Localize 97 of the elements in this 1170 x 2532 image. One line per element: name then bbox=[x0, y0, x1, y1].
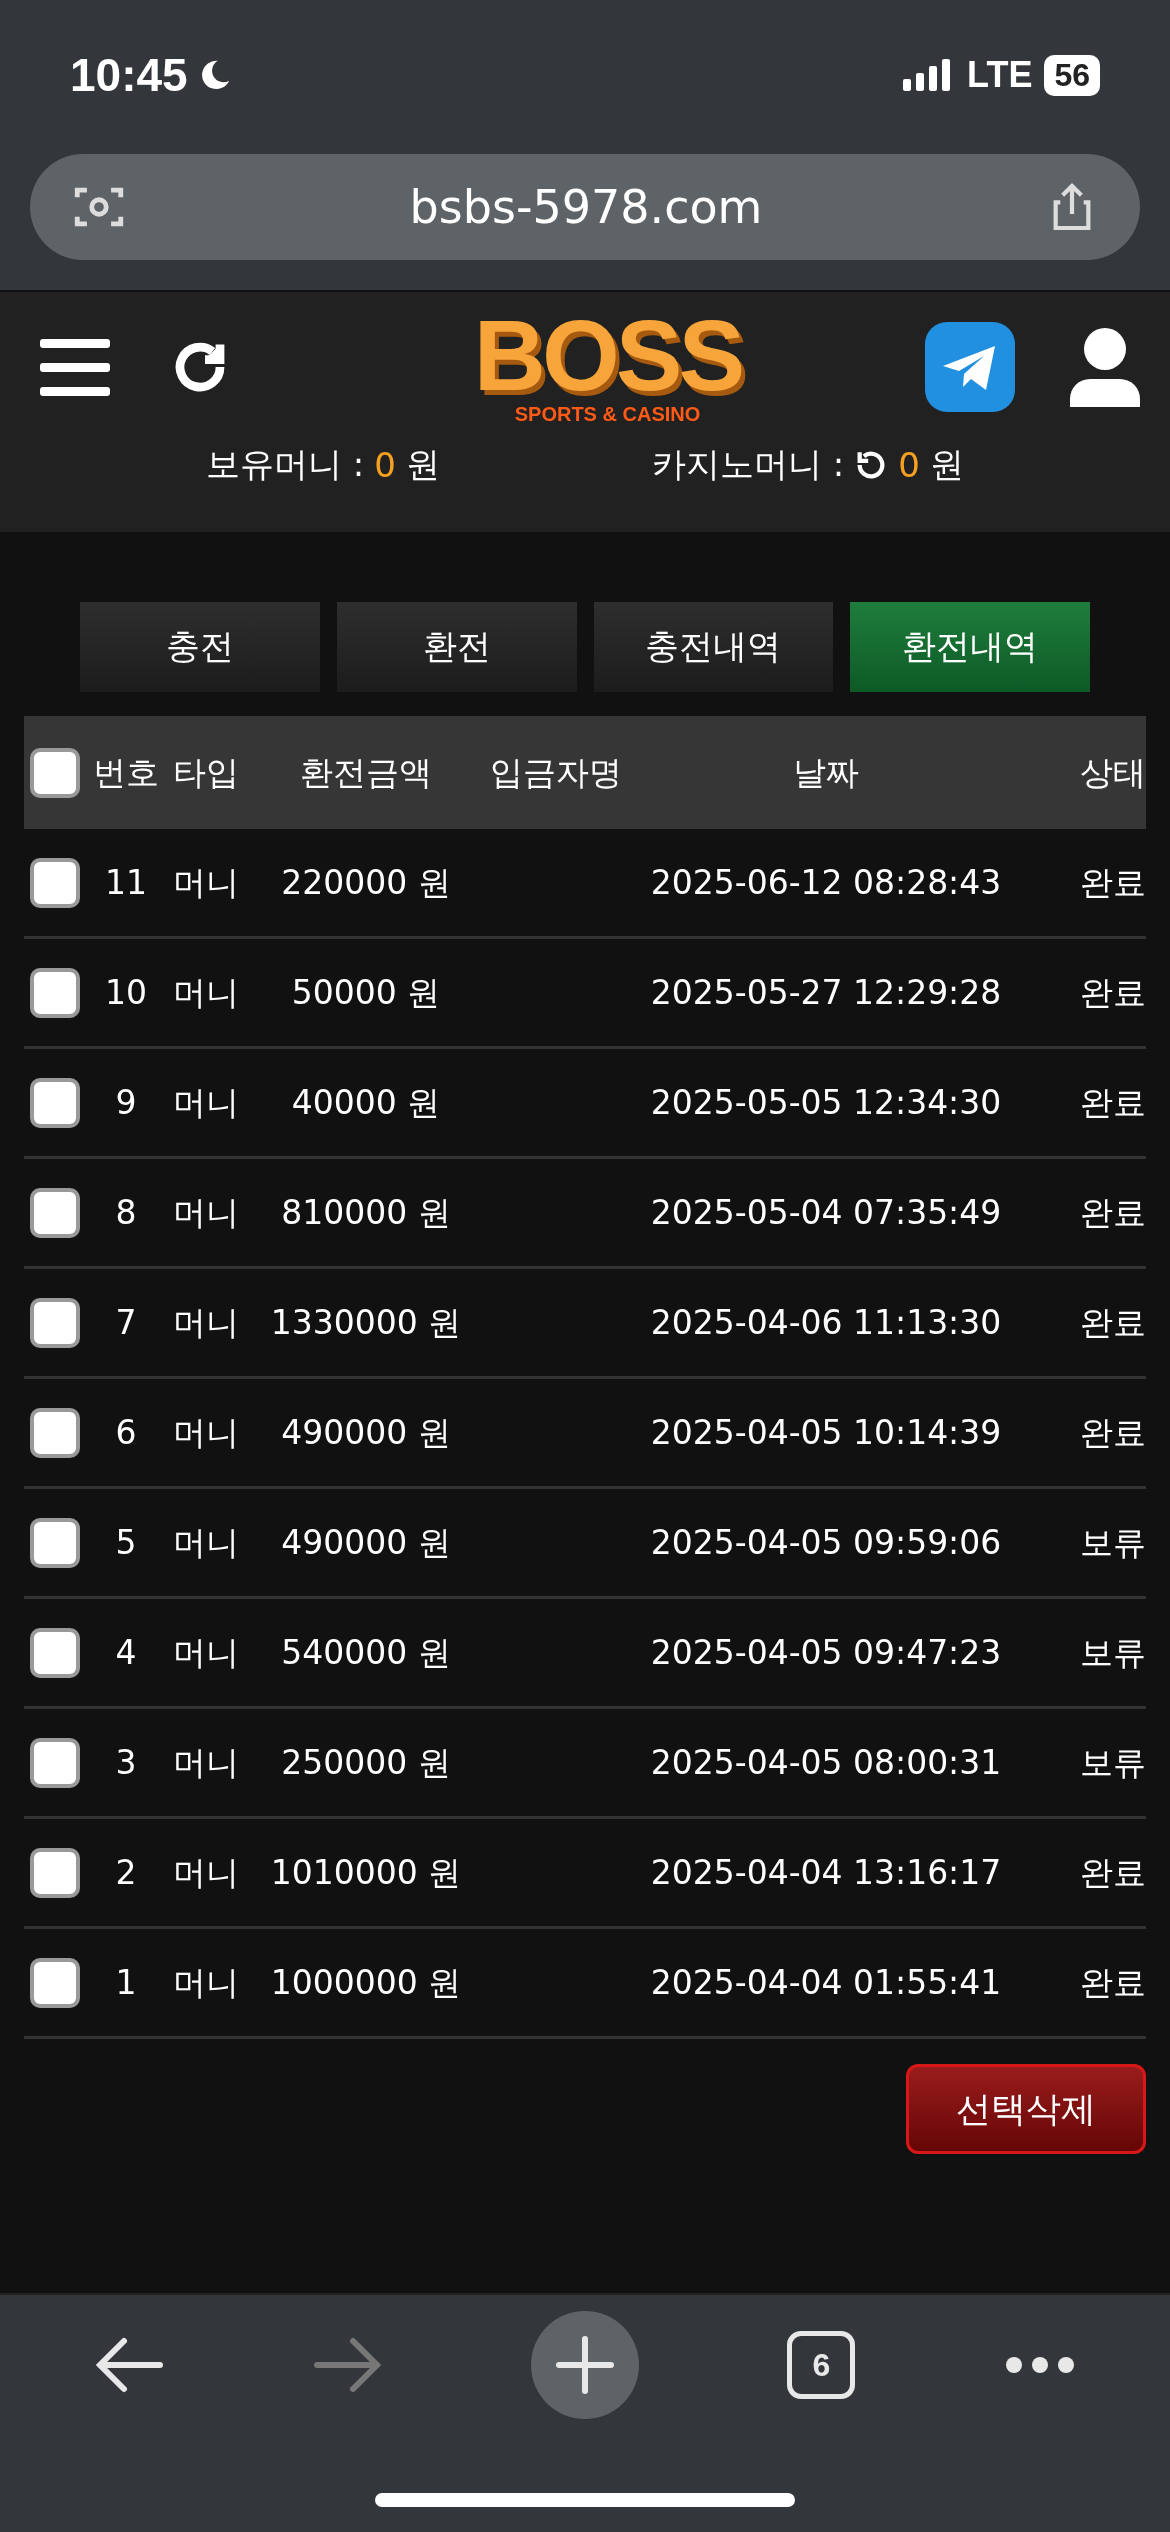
table-cell-text: 완료 bbox=[1080, 1081, 1146, 1124]
row-checkbox[interactable] bbox=[30, 1077, 80, 1128]
table-cell-text: 머니 bbox=[173, 1631, 239, 1674]
table-cell-text: 2025-04-05 09:47:23 bbox=[650, 1631, 1002, 1674]
row-checkbox[interactable] bbox=[30, 857, 80, 908]
table-cell-text: 1000000 원 bbox=[270, 1961, 462, 2004]
table-cell-text: 11 bbox=[105, 861, 147, 904]
table-cell-text: 2025-04-05 09:59:06 bbox=[650, 1521, 1002, 1564]
table-cell-text: 2025-05-27 12:29:28 bbox=[650, 971, 1002, 1014]
table-cell-text: 9 bbox=[115, 1081, 137, 1124]
plus-icon bbox=[554, 2335, 615, 2395]
balance-amount: 0 bbox=[374, 445, 396, 485]
table-cell-text: 1010000 원 bbox=[270, 1851, 462, 1894]
table-cell-text: 완료 bbox=[1080, 1411, 1146, 1454]
column-header: 번호 bbox=[93, 751, 159, 794]
table-cell-text: 머니 bbox=[173, 1851, 239, 1894]
table-cell-text: 2025-04-05 08:00:31 bbox=[650, 1741, 1002, 1784]
more-icon[interactable] bbox=[1003, 2355, 1076, 2375]
table-cell-text: 50000 원 bbox=[291, 971, 441, 1014]
table-cell-text: 머니 bbox=[173, 1961, 239, 2004]
table-cell-text: 490000 원 bbox=[281, 1411, 451, 1454]
column-header: 입금자명 bbox=[490, 751, 622, 794]
balance-label: 카지노머니 : bbox=[652, 443, 845, 486]
row-checkbox[interactable] bbox=[30, 1407, 80, 1458]
tab-count-button[interactable]: 6 bbox=[787, 2331, 856, 2399]
column-header: 상태 bbox=[1080, 751, 1146, 794]
back-icon[interactable] bbox=[94, 2335, 165, 2395]
delete-selected-button[interactable]: 선택삭제 bbox=[906, 2064, 1146, 2154]
table-cell-text: 490000 원 bbox=[281, 1521, 451, 1564]
balance-label: 보유머니 : bbox=[206, 443, 365, 486]
tab[interactable]: 충전 bbox=[80, 602, 320, 692]
row-checkbox[interactable] bbox=[30, 1737, 80, 1788]
row-checkbox[interactable] bbox=[30, 1627, 80, 1678]
table-cell-text: 완료 bbox=[1080, 1961, 1146, 2004]
table-cell-text: 3 bbox=[115, 1741, 137, 1784]
table-cell-text: 250000 원 bbox=[281, 1741, 451, 1784]
table-cell-text: 완료 bbox=[1080, 1191, 1146, 1234]
table-cell-text: 2025-04-04 13:16:17 bbox=[650, 1851, 1002, 1894]
tab[interactable]: 충전내역 bbox=[593, 602, 834, 692]
table-cell-text: 2025-04-05 10:14:39 bbox=[650, 1411, 1002, 1454]
table-cell-text: 머니 bbox=[173, 1741, 239, 1784]
telegram-icon[interactable] bbox=[925, 322, 1015, 412]
table-cell-text: 2 bbox=[115, 1851, 137, 1894]
row-checkbox[interactable] bbox=[30, 1187, 80, 1238]
table-cell-text: 완료 bbox=[1080, 1301, 1146, 1344]
battery-level: 56 bbox=[1044, 54, 1100, 96]
table-cell-text: 5 bbox=[115, 1521, 137, 1564]
table-cell-text: 540000 원 bbox=[281, 1631, 451, 1674]
table-cell-text: 2025-05-04 07:35:49 bbox=[650, 1191, 1002, 1234]
table-cell-text: 1 bbox=[115, 1961, 137, 2004]
row-checkbox[interactable] bbox=[30, 1517, 80, 1568]
table-cell-text: 2025-06-12 08:28:43 bbox=[650, 861, 1002, 904]
balance-amount: 0 bbox=[898, 445, 920, 485]
row-checkbox[interactable] bbox=[30, 1297, 80, 1348]
table-cell-text: 머니 bbox=[173, 1301, 239, 1344]
table-cell-text: 머니 bbox=[173, 1081, 239, 1124]
row-checkbox[interactable] bbox=[30, 967, 80, 1018]
table-cell-text: 810000 원 bbox=[281, 1191, 451, 1234]
row-checkbox[interactable] bbox=[30, 1957, 80, 2008]
currency-unit: 원 bbox=[929, 443, 964, 486]
select-all-checkbox[interactable] bbox=[30, 747, 80, 798]
column-header: 타입 bbox=[173, 751, 239, 794]
table-cell-text: 보류 bbox=[1080, 1521, 1146, 1564]
column-header: 환전금액 bbox=[300, 751, 432, 794]
table-cell-text: 10 bbox=[105, 971, 147, 1014]
table-cell-text: 머니 bbox=[173, 971, 239, 1014]
table-cell-text: 7 bbox=[115, 1301, 137, 1344]
menu-icon[interactable] bbox=[40, 337, 110, 397]
url-text: bsbs-5978.com bbox=[409, 180, 763, 234]
table-cell-text: 2025-04-06 11:13:30 bbox=[650, 1301, 1002, 1344]
table-cell-text: 40000 원 bbox=[291, 1081, 441, 1124]
currency-unit: 원 bbox=[405, 443, 440, 486]
table-cell-text: 4 bbox=[115, 1631, 137, 1674]
table-cell-text: 보류 bbox=[1080, 1741, 1146, 1784]
tab[interactable]: 환전내역 bbox=[850, 602, 1090, 692]
table-cell-text: 8 bbox=[115, 1191, 137, 1234]
table-cell-text: 완료 bbox=[1080, 1851, 1146, 1894]
table-cell-text: 2025-05-05 12:34:30 bbox=[650, 1081, 1002, 1124]
table-cell-text: 보류 bbox=[1080, 1631, 1146, 1674]
table-cell-text: 머니 bbox=[173, 1191, 239, 1234]
table-cell-text: 2025-04-04 01:55:41 bbox=[650, 1961, 1002, 2004]
table-cell-text: 1330000 원 bbox=[270, 1301, 462, 1344]
table-cell-text: 머니 bbox=[173, 861, 239, 904]
network-label: LTE bbox=[967, 54, 1033, 96]
row-checkbox[interactable] bbox=[30, 1847, 80, 1898]
table-cell-text: 완료 bbox=[1080, 971, 1146, 1014]
table-cell-text: 완료 bbox=[1080, 861, 1146, 904]
tab[interactable]: 환전 bbox=[336, 602, 577, 692]
user-icon[interactable] bbox=[1070, 327, 1140, 407]
table-cell-text: 머니 bbox=[173, 1521, 239, 1564]
table-cell-text: 6 bbox=[115, 1411, 137, 1454]
clock-time: 10:45 bbox=[70, 48, 188, 102]
table-cell-text: 220000 원 bbox=[281, 861, 451, 904]
logo[interactable]: BOSS SPORTS & CASINO bbox=[473, 308, 742, 426]
table-cell-text: 머니 bbox=[173, 1411, 239, 1454]
column-header: 날짜 bbox=[793, 751, 859, 794]
address-bar[interactable]: bsbs-5978.com bbox=[30, 154, 1140, 260]
